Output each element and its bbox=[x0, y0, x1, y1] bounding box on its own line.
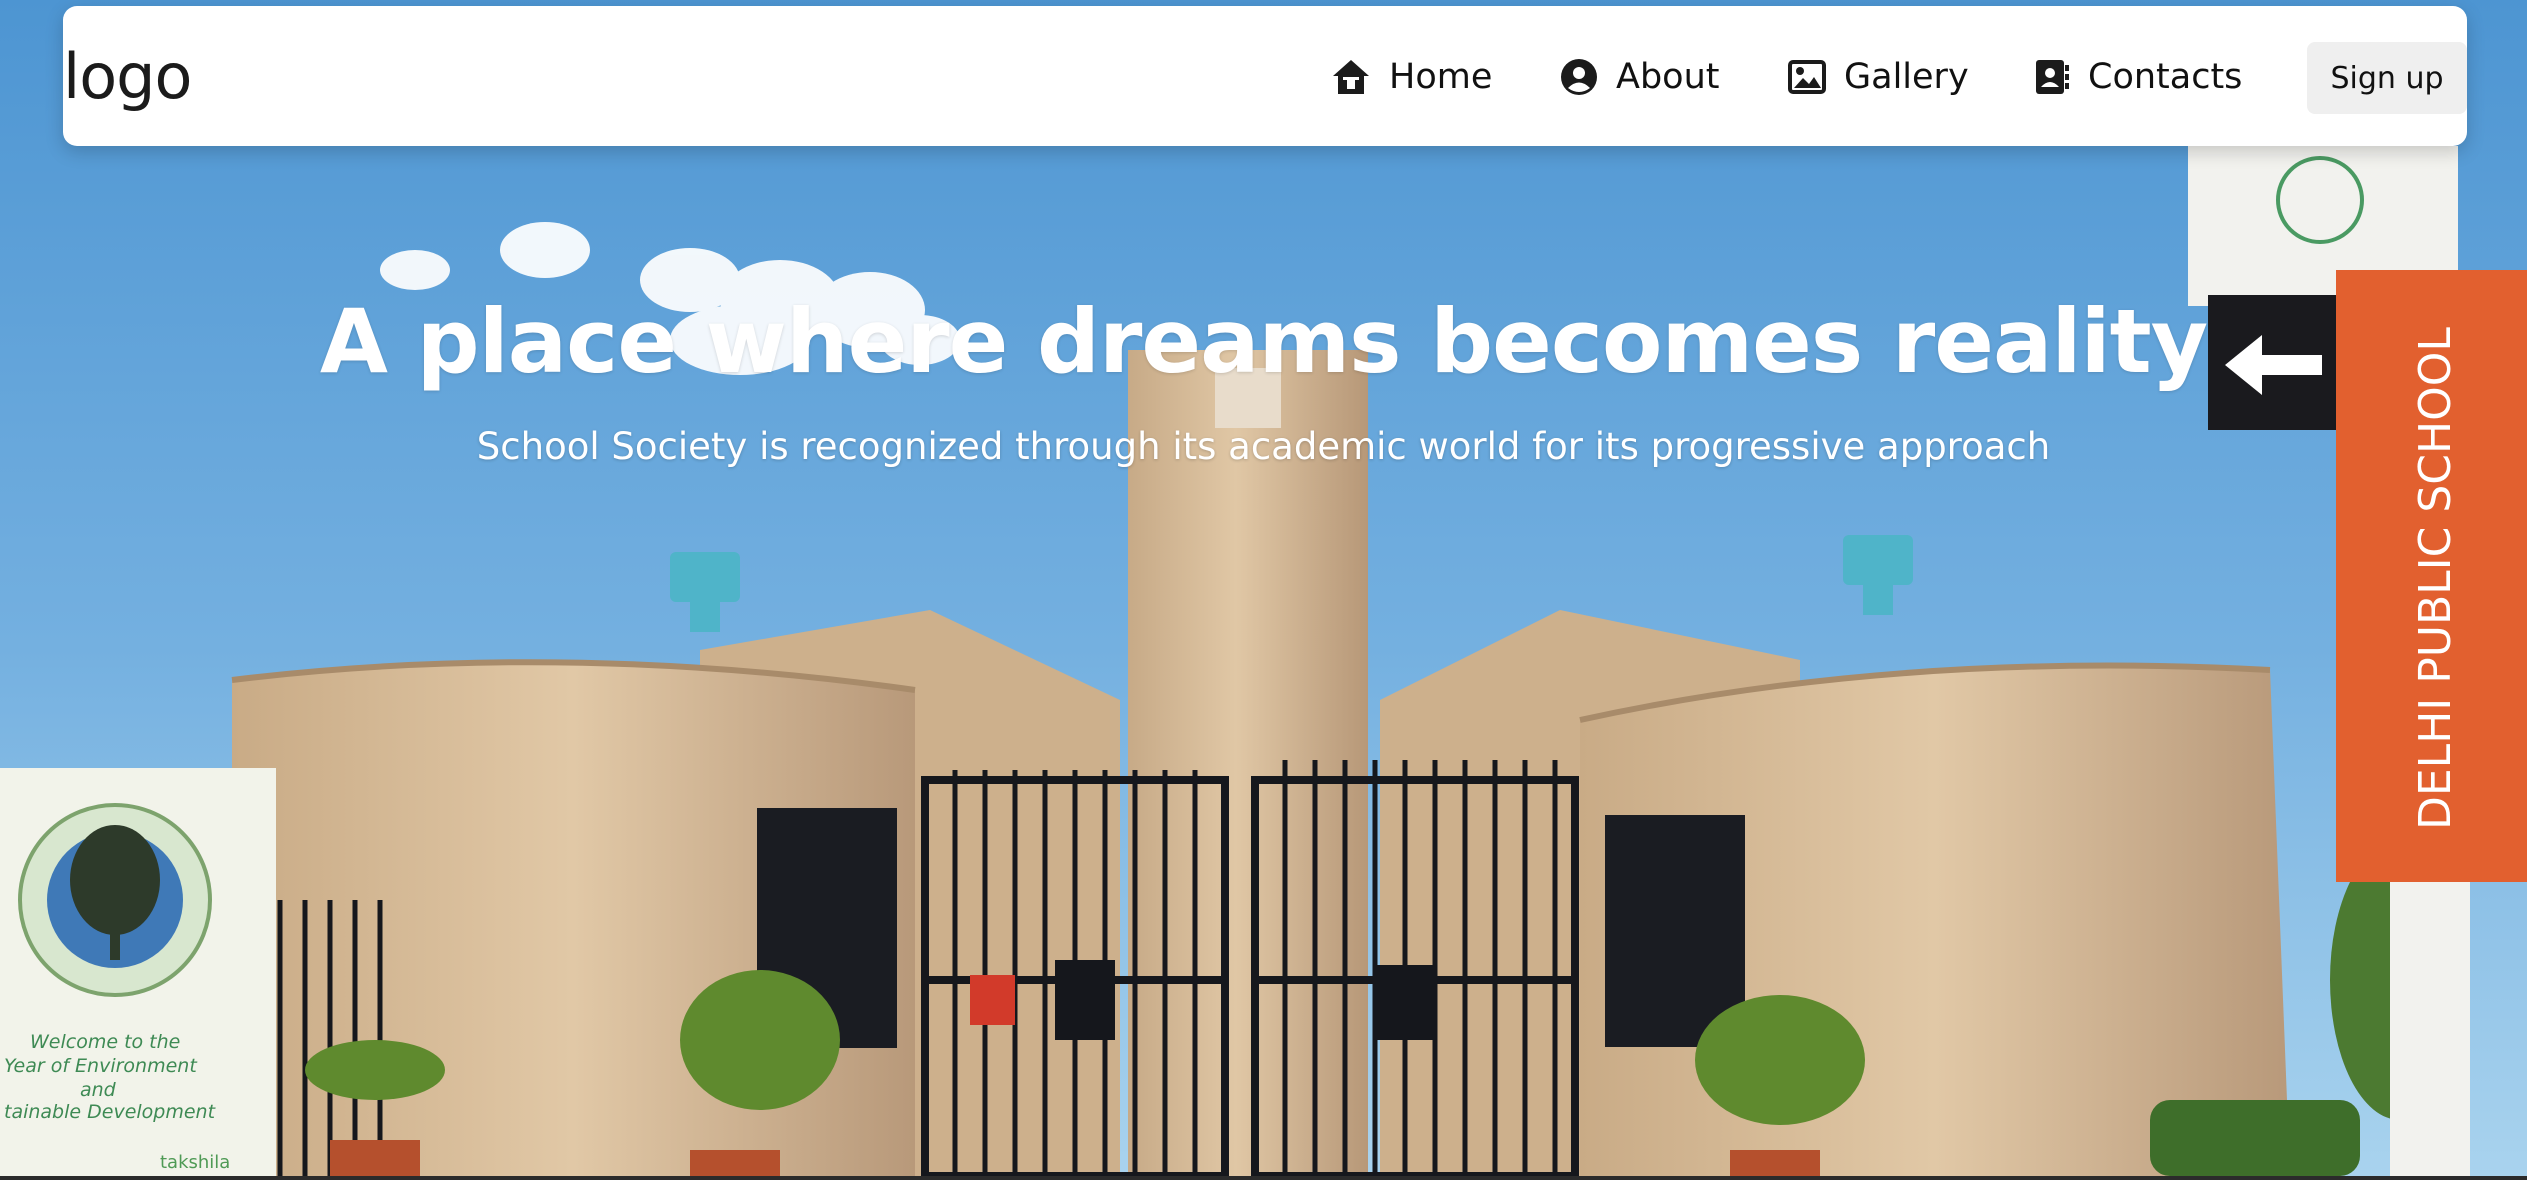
top-navbar: logo Home About Gallery Contacts Sign up bbox=[63, 6, 2467, 146]
hero-background-photo: Welcome to the Year of Environment and t… bbox=[0, 0, 2527, 1176]
board-line-1: Welcome to the bbox=[30, 1031, 180, 1053]
board-line-2: Year of Environment bbox=[4, 1055, 198, 1077]
hero-title: A place where dreams becomes reality bbox=[319, 290, 2208, 393]
image-icon bbox=[1788, 60, 1826, 94]
signup-button[interactable]: Sign up bbox=[2307, 42, 2467, 114]
contact-book-icon bbox=[2036, 60, 2069, 94]
nav-home[interactable]: Home bbox=[1331, 54, 1492, 100]
board-line-4: tainable Development bbox=[4, 1101, 217, 1123]
hero-subtitle: School Society is recognized through its… bbox=[476, 425, 2051, 468]
board-brand: takshila bbox=[160, 1152, 230, 1173]
nav-about-label: About bbox=[1616, 57, 1720, 97]
nav-contacts-label: Contacts bbox=[2088, 57, 2243, 97]
nav-home-label: Home bbox=[1389, 57, 1493, 97]
nav-contacts[interactable]: Contacts bbox=[2034, 54, 2242, 100]
board-line-3: and bbox=[80, 1079, 117, 1101]
nav-about[interactable]: About bbox=[1560, 54, 1719, 100]
sign-text: DELHI PUBLIC SCHOOL bbox=[2410, 327, 2461, 830]
nav-gallery[interactable]: Gallery bbox=[1788, 54, 1969, 100]
nav-gallery-label: Gallery bbox=[1844, 57, 1969, 97]
site-logo[interactable]: logo bbox=[63, 40, 192, 113]
user-circle-icon bbox=[1561, 59, 1597, 95]
school-building-illustration: Welcome to the Year of Environment and t… bbox=[0, 0, 2527, 1176]
home-icon bbox=[1333, 60, 1369, 94]
